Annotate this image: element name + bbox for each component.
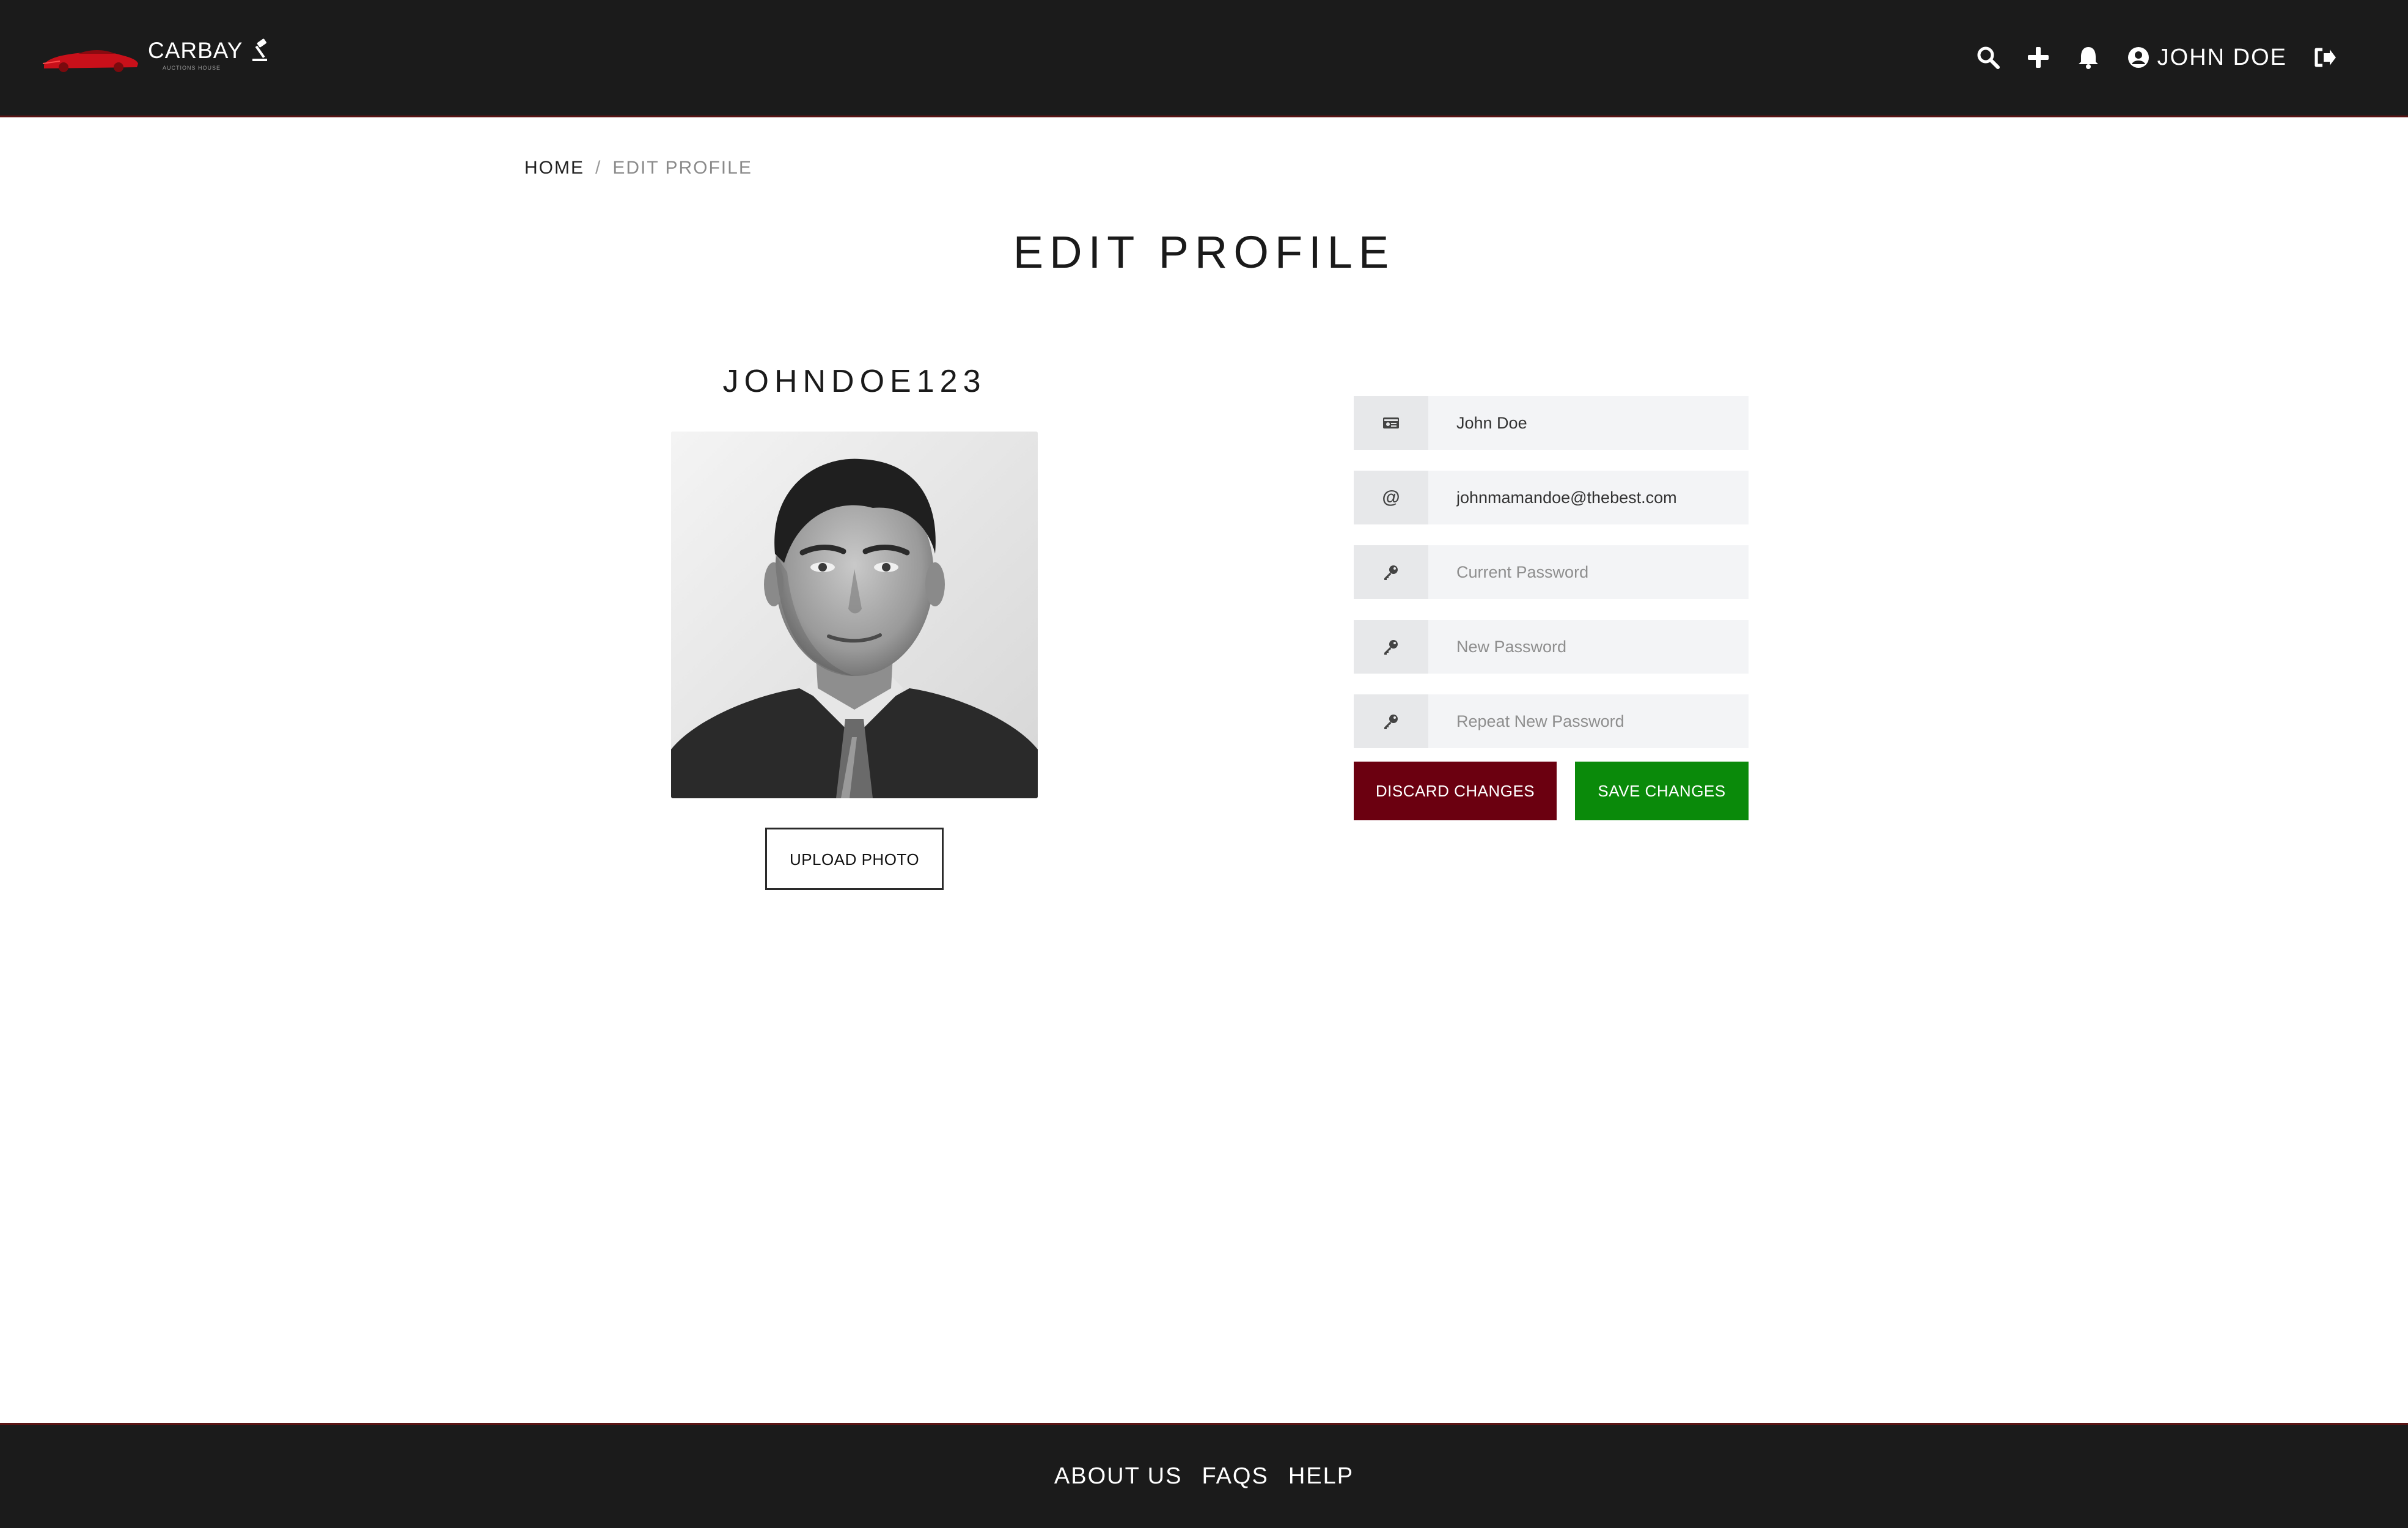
breadcrumb-separator: / <box>595 158 602 178</box>
profile-photo <box>671 432 1038 798</box>
breadcrumb-home-link[interactable]: HOME <box>524 158 584 178</box>
key-icon <box>1354 694 1428 748</box>
current-password-input[interactable] <box>1428 545 1749 599</box>
user-name: JOHN DOE <box>2157 44 2287 70</box>
sign-out-icon[interactable] <box>2311 45 2337 70</box>
breadcrumb: HOME / EDIT PROFILE <box>524 158 752 178</box>
car-logo-icon <box>42 50 138 72</box>
search-icon[interactable] <box>1975 45 2001 70</box>
save-changes-button[interactable]: SAVE CHANGES <box>1575 762 1749 820</box>
bell-icon[interactable] <box>2076 45 2101 70</box>
plus-icon[interactable] <box>2025 45 2051 70</box>
footer-link-help[interactable]: HELP <box>1288 1463 1354 1490</box>
brand-subtitle: AUCTIONS HOUSE <box>163 65 221 71</box>
profile-photo-section: JOHNDOE123 UPLOAD PHOTO <box>671 363 1038 890</box>
new-password-input[interactable] <box>1428 620 1749 674</box>
email-field: @ <box>1354 471 1749 524</box>
brand-logo[interactable]: CARBAY AUCTIONS HOUSE <box>42 38 274 81</box>
profile-username: JOHNDOE123 <box>722 364 986 399</box>
key-icon <box>1354 545 1428 599</box>
upload-photo-button[interactable]: UPLOAD PHOTO <box>765 828 944 890</box>
portrait-image <box>671 432 1038 798</box>
name-field <box>1354 396 1749 450</box>
footer: ABOUT US FAQS HELP <box>0 1423 2408 1528</box>
form-actions: DISCARD CHANGES SAVE CHANGES <box>1354 762 1749 820</box>
id-card-icon <box>1354 396 1428 450</box>
at-icon: @ <box>1354 471 1428 524</box>
repeat-password-field <box>1354 694 1749 748</box>
navbar-actions: JOHN DOE <box>1975 40 2337 75</box>
top-navbar: CARBAY AUCTIONS HOUSE JOHN DOE <box>0 0 2408 117</box>
repeat-password-input[interactable] <box>1428 694 1749 748</box>
brand-name: CARBAY <box>148 38 243 63</box>
name-input[interactable] <box>1428 396 1749 450</box>
discard-changes-button[interactable]: DISCARD CHANGES <box>1354 762 1557 820</box>
page-title: EDIT PROFILE <box>1013 227 1395 278</box>
edit-profile-form: @ <box>1354 396 1749 820</box>
footer-link-faqs[interactable]: FAQS <box>1202 1463 1268 1490</box>
current-password-field <box>1354 545 1749 599</box>
user-circle-icon <box>2127 47 2149 68</box>
new-password-field <box>1354 620 1749 674</box>
email-input[interactable] <box>1428 471 1749 524</box>
user-menu[interactable]: JOHN DOE <box>2126 45 2287 71</box>
footer-link-about-us[interactable]: ABOUT US <box>1054 1463 1183 1490</box>
breadcrumb-current: EDIT PROFILE <box>612 158 752 178</box>
gavel-icon <box>252 39 268 61</box>
key-icon <box>1354 620 1428 674</box>
